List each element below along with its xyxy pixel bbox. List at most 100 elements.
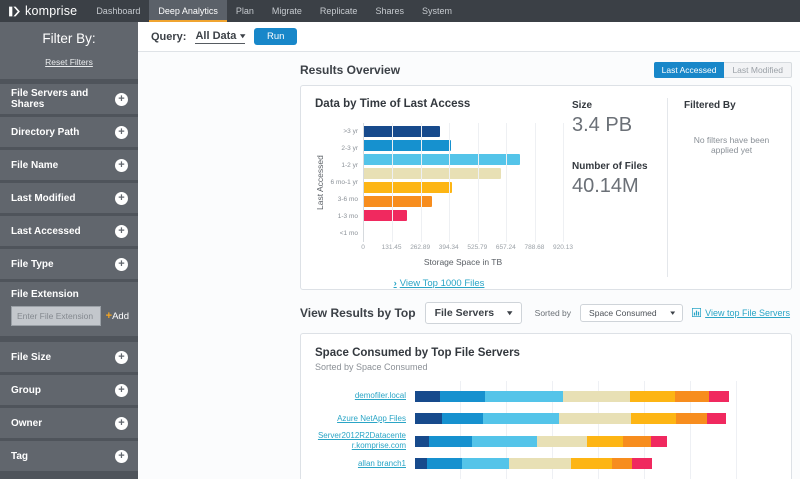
plus-circle-icon[interactable]: + [115,350,128,364]
server-row: Azure NetApp Files [315,408,777,431]
server-link[interactable]: demofiler.local [315,391,415,401]
space-consumed-panel: Space Consumed by Top File Servers Sorte… [300,333,792,479]
reset-filters-link[interactable]: Reset Filters [45,57,93,67]
nav-item-shares[interactable]: Shares [366,0,413,22]
bar-segment [537,435,588,447]
y-category-label: 2-3 yr [341,145,358,152]
view-top-1000-files-link[interactable]: › View Top 1000 Files [315,278,563,289]
bar-segment [622,435,652,447]
nav-item-system[interactable]: System [413,0,461,22]
bar-segment [508,458,571,470]
gridline [392,123,394,242]
bar-segment [439,390,485,402]
bar-segment [482,413,560,425]
query-bar: Query: All Data ▾ Run [138,22,800,52]
add-extension-button[interactable]: +Add [106,310,129,322]
bar-segment [631,413,677,425]
bar-segment [651,435,667,447]
filter-file-name[interactable]: File Name + [0,150,138,180]
last-accessed-toggle[interactable]: Last Accessed [653,62,725,78]
plus-circle-icon[interactable]: + [115,92,128,106]
plus-circle-icon[interactable]: + [115,416,128,430]
server-link[interactable]: Azure NetApp Files [315,414,415,424]
y-category-label: 3-6 mo [337,196,358,203]
plus-circle-icon[interactable]: + [115,383,128,397]
filter-file-type[interactable]: File Type + [0,249,138,279]
bar-segment [415,413,442,425]
server-link[interactable]: Server2012R2Datacenter.komprise.com [315,431,415,451]
gridline [563,123,564,242]
file-extension-input[interactable] [11,306,101,326]
access-bar-1-2-yr [364,154,520,165]
chevron-down-icon: ▾ [507,310,513,317]
filter-owner[interactable]: Owner + [0,408,138,438]
plus-circle-icon[interactable]: + [115,449,128,463]
server-link[interactable]: allan branch1 [315,459,415,469]
stacked-bar [415,413,777,425]
plus-circle-icon[interactable]: + [115,125,128,139]
bar-segment [587,435,623,447]
access-chart-xticks: 0 131.45 262.89 394.34 525.79 657.24 788.68 920… [361,242,573,252]
x-tick-label: 657.24 [495,244,516,251]
file-extension-label: File Extension [11,289,79,300]
filter-label: File Name [11,159,59,171]
filter-directory-path[interactable]: Directory Path + [0,117,138,147]
file-servers-select[interactable]: File Servers ▾ [424,302,522,324]
filter-sidebar-header: Filter By: Reset Filters [0,22,138,79]
x-tick-label: 788.68 [524,244,545,251]
view-results-by-top-label: View Results by Top [300,306,416,320]
query-select[interactable]: All Data ▾ [195,30,246,44]
chevron-down-icon: ▾ [669,310,675,317]
nav-item-migrate[interactable]: Migrate [263,0,311,22]
nav-items: Dashboard Deep Analytics Plan Migrate Replic… [87,0,461,22]
bar-segment [415,390,440,402]
filter-label: File Size [11,351,52,363]
nav-item-replicate[interactable]: Replicate [311,0,367,22]
gridline [506,123,508,242]
nav-item-dashboard[interactable]: Dashboard [87,0,149,22]
space-consumed-chart: demofiler.local Azure NetApp Files Server2… [315,381,777,479]
content-column: Results Overview Last Accessed Last Modi… [138,52,800,479]
view-top-file-servers-link[interactable]: View top File Servers [692,307,790,319]
filter-last-modified[interactable]: Last Modified + [0,183,138,213]
access-bar-3-6-mo [364,182,453,193]
filter-file-size[interactable]: File Size + [0,342,138,372]
gridline [534,123,536,242]
last-modified-toggle[interactable]: Last Modified [724,62,792,78]
stacked-bar [415,458,777,470]
filter-group[interactable]: Group + [0,375,138,405]
filter-last-accessed[interactable]: Last Accessed + [0,216,138,246]
filter-file-servers-and-shares[interactable]: File Servers and Shares + [0,84,138,114]
nav-item-plan[interactable]: Plan [227,0,263,22]
stats-column: Size 3.4 PB Number of Files 40.14M [570,98,667,289]
plus-circle-icon[interactable]: + [115,191,128,205]
filter-label: Last Modified [11,192,76,204]
bar-segment [484,390,564,402]
access-chart-ylabel: Last Accessed [315,155,325,210]
plus-circle-icon[interactable]: + [115,224,128,238]
run-button[interactable]: Run [253,28,298,45]
nav-item-deep-analytics[interactable]: Deep Analytics [149,0,227,22]
access-bar--3-yr [364,126,441,137]
sorted-by-select[interactable]: Space Consumed ▾ [580,304,684,322]
komprise-logo-icon [8,5,21,18]
access-bar-6-mo-1-yr [364,168,501,179]
results-overview-panel: Data by Time of Last Access Last Accesse… [300,85,792,290]
x-tick-label: 0 [361,244,365,251]
size-label: Size [572,100,593,111]
space-consumed-chart-subtitle: Sorted by Space Consumed [315,362,428,372]
access-chart-plot [363,123,564,242]
top-navbar: komprise Dashboard Deep Analytics Plan Migr… [0,0,800,22]
filter-tag[interactable]: Tag + [0,441,138,471]
x-tick-label: 131.45 [381,244,402,251]
y-category-label: 1-3 mo [337,213,358,220]
chart-icon [692,307,702,319]
arrow-right-icon: › [393,278,397,289]
query-label: Query: [151,30,187,43]
chevron-down-icon: ▾ [240,32,246,40]
plus-circle-icon[interactable]: + [115,158,128,172]
server-row: allan branch1 [315,453,777,476]
bar-segment [630,390,676,402]
bar-segment [563,390,631,402]
plus-circle-icon[interactable]: + [115,257,128,271]
